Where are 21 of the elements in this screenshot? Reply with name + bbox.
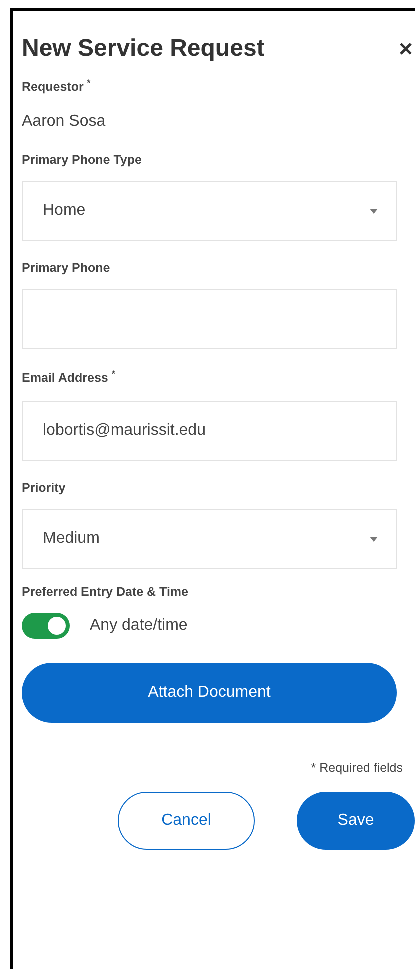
toggle-label: Any date/time [90,617,188,636]
dropdown[interactable]: Home [22,181,397,242]
cancel-button[interactable]: Cancel [118,792,255,850]
field-label: Primary Phone Type [22,153,143,168]
field-label: Email Address $^{*}$ [22,369,116,386]
input-field[interactable]: lobortis@maurissit.edu [22,401,397,462]
close-icon[interactable] [399,42,413,56]
input-field[interactable] [22,289,397,350]
dropdown[interactable]: Medium [22,509,397,570]
caret-icon [370,208,378,214]
field-label: Preferred Entry Date & Time [22,585,190,600]
toggle-switch[interactable] [22,613,70,640]
required-note: * Required fields [310,761,404,776]
field-label: Requestor $^{*}$ [22,78,92,94]
requestor-name: Aaron Sosa [22,113,107,132]
field-label: Primary Phone [22,261,112,276]
attach-document-button[interactable]: Attach Document [22,663,397,724]
field-label: Priority [22,481,67,496]
save-button[interactable]: Save [297,792,415,850]
dialog-title: New Service Request [22,35,265,63]
caret-icon [370,536,378,542]
